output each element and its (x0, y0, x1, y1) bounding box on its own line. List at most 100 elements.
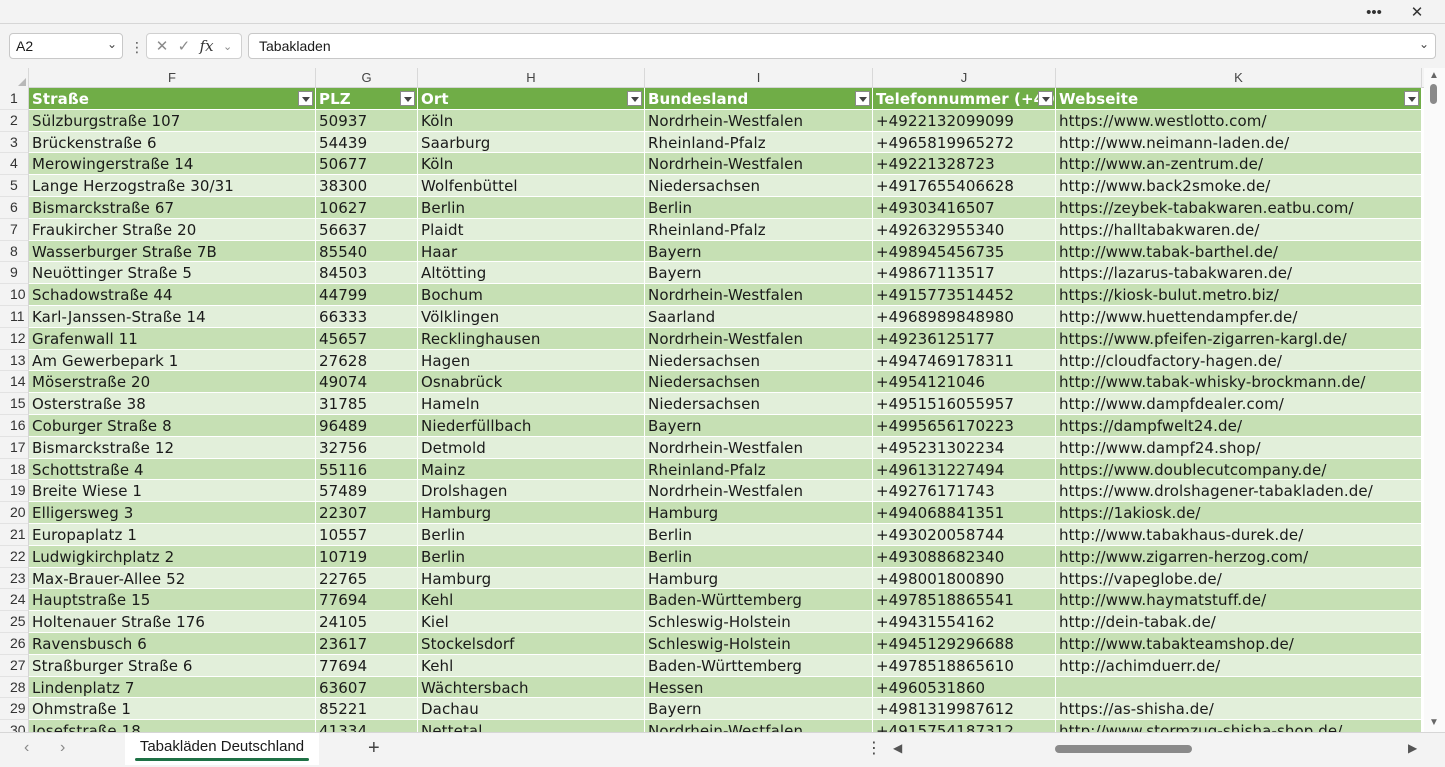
table-cell[interactable]: +495231302234 (873, 436, 1056, 459)
table-cell[interactable]: https://1akiosk.de/ (1056, 502, 1422, 524)
table-cell[interactable]: 63607 (316, 676, 418, 699)
table-cell[interactable]: Josefstraße 18 (29, 720, 316, 732)
cancel-icon[interactable]: ✕ (156, 37, 169, 55)
header-cell[interactable]: Bundesland (645, 88, 873, 110)
table-cell[interactable]: Hessen (645, 676, 873, 699)
table-cell[interactable]: +49236125177 (873, 327, 1056, 350)
table-cell[interactable]: 10557 (316, 524, 418, 546)
table-cell[interactable]: 96489 (316, 415, 418, 437)
table-cell[interactable]: http://www.zigarren-herzog.com/ (1056, 545, 1422, 568)
row-number[interactable]: 26 (0, 633, 29, 655)
table-cell[interactable]: 41334 (316, 720, 418, 732)
table-cell[interactable]: Schleswig-Holstein (645, 633, 873, 655)
table-cell[interactable]: Bismarckstraße 67 (29, 197, 316, 219)
table-cell[interactable]: Neuöttinger Straße 5 (29, 262, 316, 285)
scroll-up-icon[interactable]: ▲ (1429, 70, 1439, 81)
table-cell[interactable]: 54439 (316, 131, 418, 154)
next-sheet-icon[interactable]: › (60, 739, 65, 757)
table-cell[interactable]: http://dein-tabak.de/ (1056, 611, 1422, 633)
table-cell[interactable]: +498945456735 (873, 240, 1056, 263)
row-number[interactable]: 28 (0, 676, 29, 699)
table-cell[interactable]: http://cloudfactory-hagen.de/ (1056, 349, 1422, 372)
table-cell[interactable]: +493088682340 (873, 545, 1056, 568)
table-cell[interactable]: +4968989848980 (873, 306, 1056, 328)
row-number[interactable]: 4 (0, 153, 29, 176)
table-cell[interactable]: Dachau (418, 698, 645, 721)
filter-dropdown-icon[interactable] (298, 91, 313, 106)
expand-formula-bar-icon[interactable]: ⌄ (1419, 37, 1429, 51)
name-box[interactable]: A2 ⌄ (9, 33, 123, 59)
table-cell[interactable]: https://as-shisha.de/ (1056, 698, 1422, 721)
select-all-corner[interactable] (0, 68, 29, 88)
table-cell[interactable]: Bayern (645, 698, 873, 721)
vertical-dots-icon[interactable]: ⋮ (130, 39, 144, 56)
table-cell[interactable]: Berlin (645, 524, 873, 546)
table-cell[interactable]: Bayern (645, 262, 873, 285)
table-cell[interactable]: http://www.an-zentrum.de/ (1056, 153, 1422, 176)
close-icon[interactable]: ✕ (1402, 0, 1432, 24)
row-number[interactable]: 1 (0, 88, 29, 110)
table-cell[interactable]: +4915754187312 (873, 720, 1056, 732)
row-number[interactable]: 13 (0, 349, 29, 372)
add-sheet-button[interactable]: + (368, 737, 380, 760)
chevron-down-icon[interactable]: ⌄ (107, 37, 117, 51)
table-cell[interactable]: Stockelsdorf (418, 633, 645, 655)
vertical-scroll-thumb[interactable] (1430, 84, 1437, 104)
table-cell[interactable]: Berlin (418, 197, 645, 219)
table-cell[interactable]: Wolfenbüttel (418, 175, 645, 197)
chevron-down-icon[interactable]: ⌄ (223, 40, 232, 53)
table-cell[interactable]: http://www.tabakhaus-durek.de/ (1056, 524, 1422, 546)
horizontal-scroll-thumb[interactable] (1055, 745, 1192, 753)
row-number[interactable]: 10 (0, 284, 29, 306)
row-number[interactable]: 12 (0, 327, 29, 350)
table-cell[interactable]: https://zeybek-tabakwaren.eatbu.com/ (1056, 197, 1422, 219)
row-number[interactable]: 20 (0, 502, 29, 524)
table-cell[interactable]: 77694 (316, 654, 418, 677)
table-cell[interactable]: 22765 (316, 567, 418, 590)
row-number[interactable]: 30 (0, 720, 29, 732)
row-number[interactable]: 9 (0, 262, 29, 285)
table-cell[interactable]: Karl-Janssen-Straße 14 (29, 306, 316, 328)
table-cell[interactable]: Max-Brauer-Allee 52 (29, 567, 316, 590)
table-cell[interactable]: http://www.haymatstuff.de/ (1056, 589, 1422, 612)
row-number[interactable]: 8 (0, 240, 29, 263)
table-cell[interactable] (1056, 676, 1422, 699)
scroll-right-icon[interactable]: ▶ (1408, 741, 1417, 755)
table-cell[interactable]: 50937 (316, 109, 418, 132)
filter-dropdown-icon[interactable] (627, 91, 642, 106)
table-cell[interactable]: 24105 (316, 611, 418, 633)
table-cell[interactable]: Berlin (645, 545, 873, 568)
row-number[interactable]: 3 (0, 131, 29, 154)
table-cell[interactable]: https://www.pfeifen-zigarren-kargl.de/ (1056, 327, 1422, 350)
table-cell[interactable]: https://www.drolshagener-tabakladen.de/ (1056, 480, 1422, 503)
sheet-tab-active[interactable]: Tabakläden Deutschland (125, 733, 319, 765)
table-cell[interactable]: Hamburg (645, 567, 873, 590)
column-header-g[interactable]: G (316, 68, 418, 88)
table-cell[interactable]: Altötting (418, 262, 645, 285)
table-cell[interactable]: Berlin (418, 545, 645, 568)
table-cell[interactable]: 45657 (316, 327, 418, 350)
row-number[interactable]: 14 (0, 371, 29, 394)
table-cell[interactable]: http://www.back2smoke.de/ (1056, 175, 1422, 197)
table-cell[interactable]: 23617 (316, 633, 418, 655)
table-cell[interactable]: Möserstraße 20 (29, 371, 316, 394)
row-number[interactable]: 15 (0, 393, 29, 415)
table-cell[interactable]: Hamburg (418, 502, 645, 524)
column-header-f[interactable]: F (29, 68, 316, 88)
table-cell[interactable]: +49221328723 (873, 153, 1056, 176)
table-cell[interactable]: Straßburger Straße 6 (29, 654, 316, 677)
column-header-h[interactable]: H (418, 68, 645, 88)
table-cell[interactable]: +4945129296688 (873, 633, 1056, 655)
table-cell[interactable]: +492632955340 (873, 218, 1056, 241)
table-cell[interactable]: Niedersachsen (645, 175, 873, 197)
table-cell[interactable]: Berlin (418, 524, 645, 546)
table-cell[interactable]: Osnabrück (418, 371, 645, 394)
row-number[interactable]: 7 (0, 218, 29, 241)
table-cell[interactable]: Niederfüllbach (418, 415, 645, 437)
table-cell[interactable]: Merowingerstraße 14 (29, 153, 316, 176)
table-cell[interactable]: http://www.tabak-barthel.de/ (1056, 240, 1422, 263)
table-cell[interactable]: Ravensbusch 6 (29, 633, 316, 655)
table-cell[interactable]: Bayern (645, 240, 873, 263)
table-cell[interactable]: Ludwigkirchplatz 2 (29, 545, 316, 568)
table-cell[interactable]: Am Gewerbepark 1 (29, 349, 316, 372)
